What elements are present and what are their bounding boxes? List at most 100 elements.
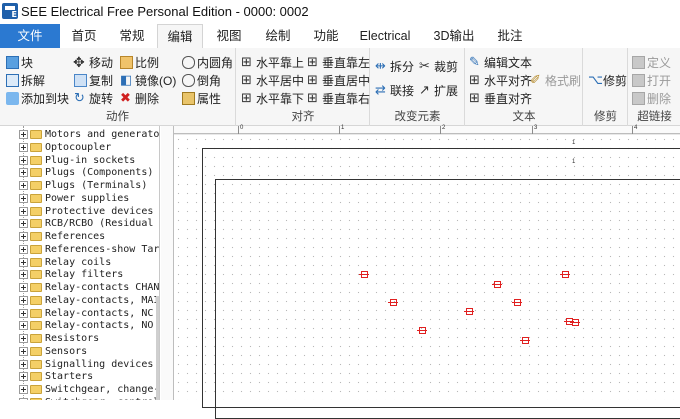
text-halign-button[interactable]: 水平对齐 [469, 71, 532, 90]
tab-draw[interactable]: 绘制 [254, 24, 302, 48]
extend-button[interactable]: 扩展 [419, 81, 458, 100]
scale-button[interactable]: 比例 [120, 54, 159, 72]
copy-button[interactable]: 复制 [74, 72, 113, 90]
drawing-canvas[interactable]: 0 1 2 3 4 1 1 [161, 125, 680, 419]
expand-plus-icon[interactable] [19, 168, 28, 178]
app-logo-icon [2, 3, 18, 19]
properties-button[interactable]: 属性 [182, 90, 221, 108]
delete-link-icon [632, 92, 645, 105]
expand-plus-icon[interactable] [19, 155, 28, 165]
component-symbol[interactable] [560, 271, 570, 278]
tree-item-label: Relay-contacts, MAI [45, 294, 160, 306]
expand-plus-icon[interactable] [19, 295, 28, 305]
tree-item-label: Switchgear, change- [45, 384, 160, 395]
expand-plus-icon[interactable] [19, 270, 28, 280]
align-right-icon [307, 89, 320, 107]
expand-plus-icon[interactable] [19, 181, 28, 190]
tree-item-label: Relay-contacts CHANG [45, 282, 160, 293]
split-button[interactable]: 拆分 [375, 57, 414, 76]
format-brush-button[interactable]: 格式刷 [530, 71, 581, 90]
component-symbol[interactable] [492, 281, 502, 288]
folder-icon [30, 270, 42, 280]
align-vcenter-button[interactable]: 垂直居中 [307, 71, 370, 90]
align-left-button[interactable]: 垂直靠左 [307, 53, 370, 72]
move-button[interactable]: 移动 [73, 53, 113, 72]
trim-button[interactable]: 裁剪 [419, 57, 458, 76]
delete-link-button[interactable]: 删除 [632, 90, 671, 108]
component-symbol[interactable] [464, 308, 474, 315]
folder-icon [30, 168, 42, 178]
text-valign-button[interactable]: 垂直对齐 [469, 89, 532, 108]
tab-annotation[interactable]: 批注 [488, 24, 532, 48]
block-button[interactable]: 块 [6, 54, 33, 72]
modify-button[interactable]: 修剪 [588, 71, 627, 90]
explode-button[interactable]: 拆解 [6, 72, 45, 90]
define-link-button[interactable]: 定义 [632, 54, 671, 72]
expand-plus-icon[interactable] [19, 232, 28, 241]
expand-plus-icon[interactable] [19, 193, 28, 203]
tree-item-label: Plug-in sockets [45, 154, 136, 166]
tree-item-label: Signalling devices [45, 358, 154, 370]
expand-plus-icon[interactable] [19, 244, 28, 254]
expand-plus-icon[interactable] [19, 206, 28, 216]
folder-icon [30, 257, 42, 267]
edit-text-icon [469, 53, 482, 71]
define-link-icon [632, 56, 645, 69]
component-symbol[interactable] [570, 319, 580, 326]
delete-button[interactable]: 删除 [120, 89, 159, 108]
group-label-hyperlink: 超链接 [637, 111, 672, 123]
split-icon [375, 57, 388, 75]
tab-edit[interactable]: 编辑 [157, 24, 203, 49]
drawing-sheet[interactable]: 1 1 [174, 135, 680, 419]
frame-column-number: 1 [572, 140, 576, 146]
expand-plus-icon[interactable] [19, 359, 28, 369]
align-top-button[interactable]: 水平靠上 [241, 53, 304, 72]
join-button[interactable]: 联接 [375, 81, 414, 100]
symbol-tree[interactable]: Motors and generato Optocoupler Plug-in so… [0, 126, 160, 400]
chamfer-button[interactable]: 倒角 [182, 72, 221, 90]
align-bottom-icon [241, 89, 254, 107]
tab-electrical[interactable]: Electrical [352, 24, 418, 48]
align-right-button[interactable]: 垂直靠右 [307, 89, 370, 108]
expand-plus-icon[interactable] [19, 321, 28, 331]
tab-file[interactable]: 文件 [0, 24, 60, 48]
fillet-button[interactable]: 内圆角 [182, 54, 233, 72]
expand-plus-icon[interactable] [19, 346, 28, 356]
mirror-button[interactable]: 镜像(O) [120, 71, 176, 90]
align-bottom-button[interactable]: 水平靠下 [241, 89, 304, 108]
expand-plus-icon[interactable] [19, 308, 28, 318]
group-label-align: 对齐 [291, 111, 315, 123]
expand-plus-icon[interactable] [19, 130, 28, 139]
explode-icon [6, 74, 19, 87]
tree-scrollbar[interactable] [156, 296, 159, 400]
align-hcenter-button[interactable]: 水平居中 [241, 71, 304, 90]
component-symbol[interactable] [520, 337, 530, 344]
expand-plus-icon[interactable] [19, 372, 28, 382]
move-icon [73, 53, 87, 71]
title-bar: SEE Electrical Free Personal Edition - 0… [0, 0, 680, 24]
folder-icon [30, 295, 42, 305]
open-link-button[interactable]: 打开 [632, 72, 671, 90]
tab-general[interactable]: 常规 [108, 24, 156, 48]
add-to-block-button[interactable]: 添加到块 [6, 90, 69, 108]
component-symbol[interactable] [388, 299, 398, 306]
expand-plus-icon[interactable] [19, 385, 28, 394]
expand-plus-icon[interactable] [19, 257, 28, 267]
component-symbol[interactable] [359, 271, 369, 278]
extend-icon [419, 81, 432, 99]
component-symbol[interactable] [417, 327, 427, 334]
expand-plus-icon[interactable] [19, 142, 28, 152]
tree-item-label: References [45, 231, 106, 242]
folder-icon [30, 219, 42, 229]
component-symbol[interactable] [512, 299, 522, 306]
expand-plus-icon[interactable] [19, 219, 28, 229]
edit-text-button[interactable]: 编辑文本 [469, 53, 532, 72]
tree-item-label: Starters [45, 371, 94, 383]
tab-function[interactable]: 功能 [302, 24, 350, 48]
expand-plus-icon[interactable] [19, 283, 28, 292]
tab-home[interactable]: 首页 [62, 24, 106, 48]
rotate-button[interactable]: 旋转 [74, 89, 113, 108]
expand-plus-icon[interactable] [19, 334, 28, 343]
tab-view[interactable]: 视图 [205, 24, 253, 48]
tab-3d-output[interactable]: 3D输出 [424, 24, 484, 48]
